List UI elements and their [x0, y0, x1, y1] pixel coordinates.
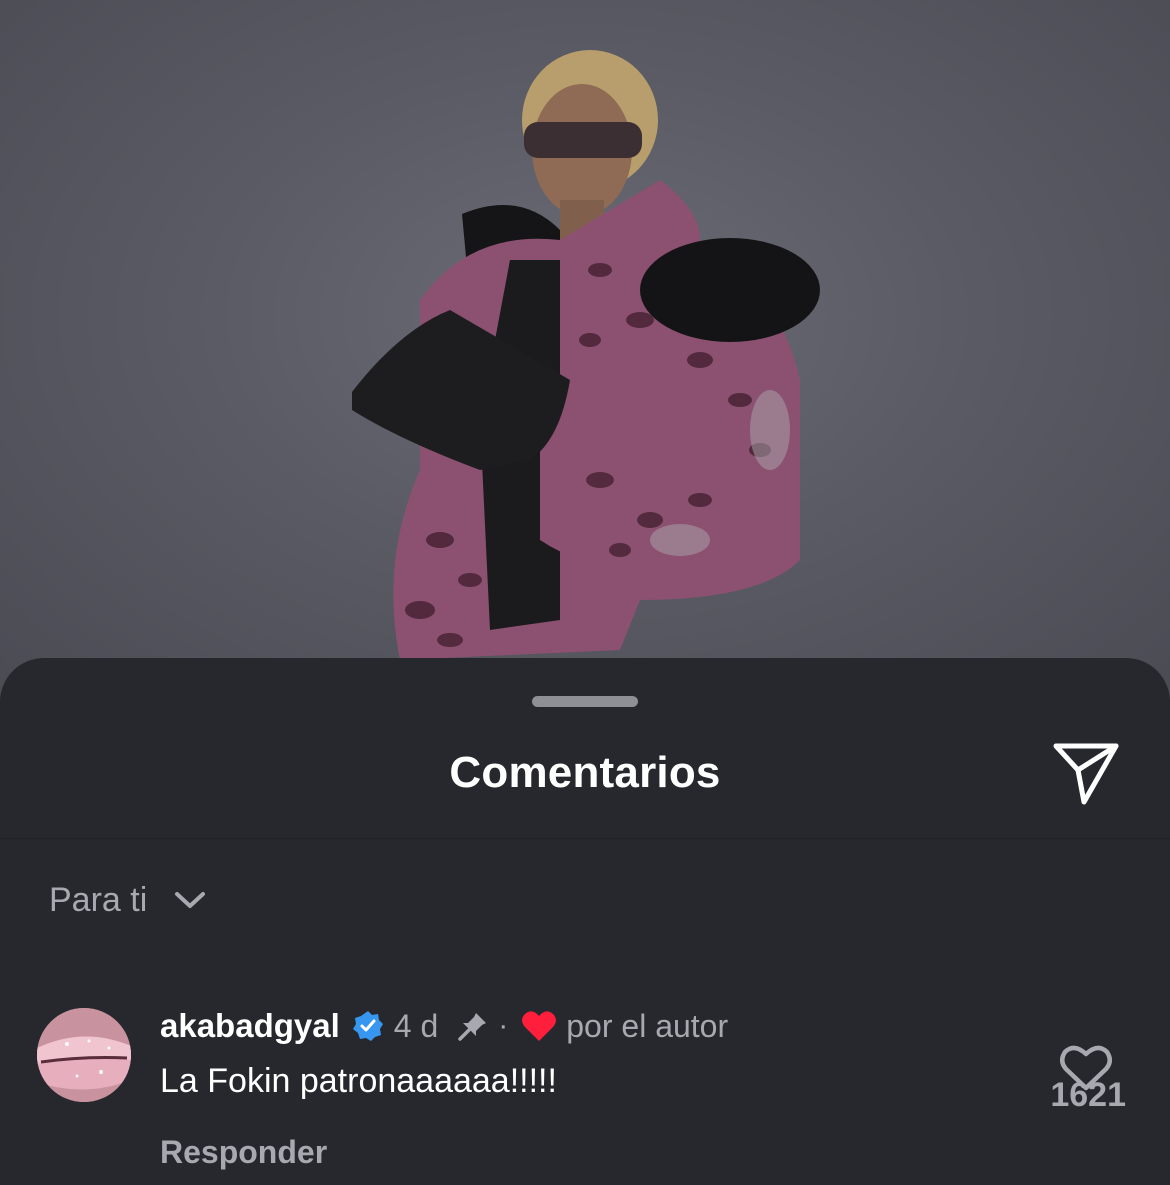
send-icon — [1053, 743, 1119, 805]
verified-badge-icon — [352, 1011, 383, 1041]
filter-label: Para ti — [49, 880, 148, 919]
sort-filter-dropdown[interactable]: Para ti — [49, 880, 207, 920]
like-count: 1621 — [1050, 1076, 1126, 1114]
comment-meta: akabadgyal 4 d · por el autor — [160, 1006, 728, 1046]
username[interactable]: akabadgyal — [160, 1007, 340, 1045]
sheet-grabber[interactable] — [532, 696, 638, 707]
meta-separator: · — [498, 1009, 509, 1042]
comments-sheet: Comentarios Para ti akabadgyal 4 d · por… — [0, 658, 1170, 1185]
post-image[interactable] — [0, 0, 1170, 700]
reply-button[interactable]: Responder — [160, 1134, 327, 1171]
liked-by-author-label: por el autor — [566, 1007, 729, 1044]
avatar[interactable] — [37, 1008, 131, 1102]
chevron-down-icon — [175, 892, 206, 908]
heart-filled-icon — [522, 1011, 557, 1041]
avatar-image — [37, 1008, 131, 1102]
comment-time: 4 d — [393, 1007, 439, 1044]
pin-icon — [458, 1013, 487, 1041]
sheet-title: Comentarios — [449, 748, 721, 797]
comment-text: La Fokin patronaaaaaa!!!!! — [160, 1062, 557, 1100]
comment-item: akabadgyal 4 d · por el autor La Fokin p… — [0, 998, 1170, 1185]
post-photo — [352, 50, 820, 660]
share-button[interactable] — [1048, 738, 1124, 808]
sheet-header: Comentarios — [0, 726, 1170, 839]
screen: Comentarios Para ti akabadgyal 4 d · por… — [0, 0, 1170, 1185]
